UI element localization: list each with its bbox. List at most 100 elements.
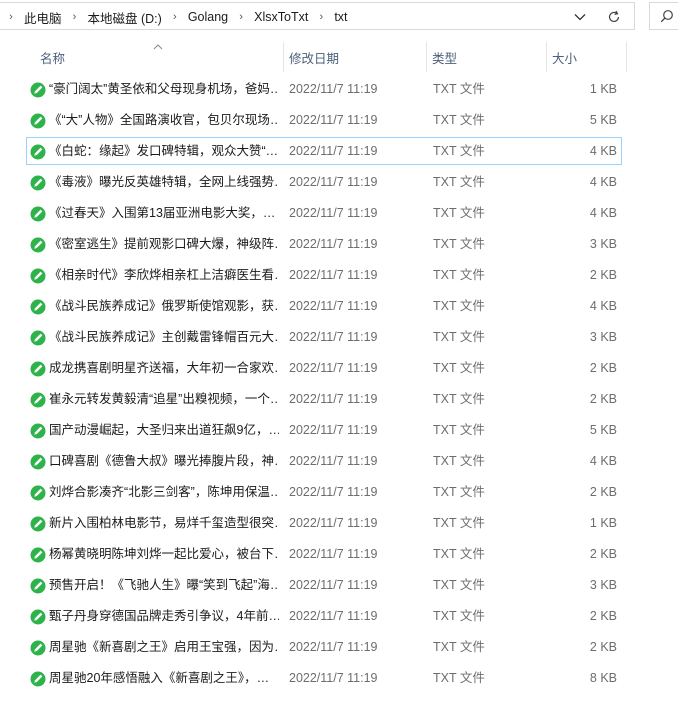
file-row[interactable]: 《相亲时代》李欣烨相亲杠上洁癖医生看… 2022/11/7 11:19 TXT 文件… (26, 261, 622, 289)
file-size: 3 KB (589, 330, 617, 344)
file-name[interactable]: 国产动漫崛起，大圣归来出道狂飙9亿，… (49, 417, 279, 443)
file-row[interactable]: 周星驰《新喜剧之王》启用王宝强，因为… 2022/11/7 11:19 TXT 文件… (26, 633, 622, 661)
file-name[interactable]: 《“大”人物》全国路演收官，包贝尔现场… (49, 107, 279, 133)
file-name[interactable]: 周星驰20年感悟融入《新喜剧之王》，… (49, 665, 279, 691)
file-type: TXT 文件 (433, 609, 485, 623)
chevron-right-icon[interactable]: › (232, 11, 250, 23)
column-divider[interactable] (626, 42, 627, 72)
search-input[interactable] (649, 2, 678, 30)
file-name[interactable]: “豪门阔太”黄圣依和父母现身机场，爸妈… (49, 76, 279, 102)
file-row[interactable]: 刘烨合影凑齐“北影三剑客”，陈坤用保温… 2022/11/7 11:19 TXT 文… (26, 478, 622, 506)
notepad-file-icon (30, 144, 46, 160)
file-size: 1 KB (589, 82, 617, 96)
chevron-right-icon[interactable]: › (2, 11, 20, 23)
file-date-modified: 2022/11/7 11:19 (289, 485, 378, 499)
file-row[interactable]: 国产动漫崛起，大圣归来出道狂飙9亿，… 2022/11/7 11:19 TXT 文件… (26, 416, 622, 444)
file-name[interactable]: 成龙携喜剧明星齐送福，大年初一合家欢… (49, 355, 279, 381)
file-date-modified: 2022/11/7 11:19 (289, 175, 378, 189)
file-name[interactable]: 《毒液》曝光反英雄特辑，全网上线强势… (49, 169, 279, 195)
notepad-file-icon (30, 423, 46, 439)
file-date-modified: 2022/11/7 11:19 (289, 609, 378, 623)
file-type: TXT 文件 (433, 82, 485, 96)
notepad-file-icon (30, 640, 46, 656)
file-name[interactable]: 《密室逃生》提前观影口碑大爆，神级阵… (49, 231, 279, 257)
file-name[interactable]: 《过春天》入围第13届亚洲电影大奖，… (49, 200, 279, 226)
file-row[interactable]: 口碑喜剧《德鲁大叔》曝光捧腹片段，神… 2022/11/7 11:19 TXT 文件… (26, 447, 622, 475)
file-size: 3 KB (589, 578, 617, 592)
chevron-right-icon[interactable]: › (312, 11, 330, 23)
file-type: TXT 文件 (433, 330, 485, 344)
file-name[interactable]: 新片入围柏林电影节，易烊千玺造型很突… (49, 510, 279, 536)
file-type: TXT 文件 (433, 175, 485, 189)
file-type: TXT 文件 (433, 485, 485, 499)
address-bar[interactable]: › 此电脑 › 本地磁盘 (D:) › Golang › XlsxToTxt ›… (0, 2, 635, 30)
file-size: 5 KB (589, 113, 617, 127)
breadcrumb-txt[interactable]: txt (330, 10, 351, 24)
file-date-modified: 2022/11/7 11:19 (289, 206, 378, 220)
column-size[interactable]: 大小 (552, 42, 622, 72)
column-name[interactable]: 名称 (40, 42, 280, 72)
file-size: 2 KB (589, 640, 617, 654)
chevron-down-icon (574, 14, 586, 21)
file-name[interactable]: 《战斗民族养成记》俄罗斯使馆观影，获… (49, 293, 279, 319)
file-date-modified: 2022/11/7 11:19 (289, 82, 378, 96)
column-divider[interactable] (283, 42, 284, 72)
file-name[interactable]: 《白蛇：缘起》发口碑特辑，观众大赞“… (49, 138, 279, 164)
notepad-file-icon (30, 516, 46, 532)
file-row[interactable]: “豪门阔太”黄圣依和父母现身机场，爸妈… 2022/11/7 11:19 TXT 文… (26, 75, 622, 103)
file-size: 3 KB (589, 237, 617, 251)
file-name[interactable]: 崔永元转发黄毅清“追星”出糗视频，一个… (49, 386, 279, 412)
file-name[interactable]: 杨幂黄晓明陈坤刘烨一起比爱心，被台下… (49, 541, 279, 567)
file-row[interactable]: 周星驰20年感悟融入《新喜剧之王》，… 2022/11/7 11:19 TXT 文件… (26, 664, 622, 692)
file-row[interactable]: 《密室逃生》提前观影口碑大爆，神级阵… 2022/11/7 11:19 TXT 文件… (26, 230, 622, 258)
file-date-modified: 2022/11/7 11:19 (289, 113, 378, 127)
file-size: 2 KB (589, 547, 617, 561)
notepad-file-icon (30, 330, 46, 346)
refresh-button[interactable] (601, 3, 627, 31)
file-row[interactable]: 预售开启！《飞驰人生》曝“笑到飞起”海… 2022/11/7 11:19 TXT 文… (26, 571, 622, 599)
breadcrumb-xlsxtotxt[interactable]: XlsxToTxt (250, 10, 312, 24)
file-type: TXT 文件 (433, 454, 485, 468)
notepad-file-icon (30, 671, 46, 687)
column-date-modified[interactable]: 修改日期 (289, 42, 424, 72)
notepad-file-icon (30, 392, 46, 408)
file-date-modified: 2022/11/7 11:19 (289, 330, 378, 344)
file-size: 2 KB (589, 392, 617, 406)
file-row[interactable]: 成龙携喜剧明星齐送福，大年初一合家欢… 2022/11/7 11:19 TXT 文件… (26, 354, 622, 382)
column-type[interactable]: 类型 (432, 42, 542, 72)
file-size: 2 KB (589, 485, 617, 499)
breadcrumb-golang[interactable]: Golang (184, 10, 232, 24)
file-row[interactable]: 《毒液》曝光反英雄特辑，全网上线强势… 2022/11/7 11:19 TXT 文件… (26, 168, 622, 196)
notepad-file-icon (30, 609, 46, 625)
chevron-right-icon[interactable]: › (66, 11, 84, 23)
file-date-modified: 2022/11/7 11:19 (289, 578, 378, 592)
file-row[interactable]: 甄子丹身穿德国品牌走秀引争议，4年前… 2022/11/7 11:19 TXT 文件… (26, 602, 622, 630)
file-name[interactable]: 《相亲时代》李欣烨相亲杠上洁癖医生看… (49, 262, 279, 288)
search-icon (660, 10, 673, 23)
file-name[interactable]: 《战斗民族养成记》主创戴雷锋帽百元大… (49, 324, 279, 350)
file-name[interactable]: 刘烨合影凑齐“北影三剑客”，陈坤用保温… (49, 479, 279, 505)
file-name[interactable]: 周星驰《新喜剧之王》启用王宝强，因为… (49, 634, 279, 660)
address-history-dropdown[interactable] (568, 3, 592, 31)
file-row[interactable]: 《“大”人物》全国路演收官，包贝尔现场… 2022/11/7 11:19 TXT 文… (26, 106, 622, 134)
file-type: TXT 文件 (433, 268, 485, 282)
file-row[interactable]: 《战斗民族养成记》主创戴雷锋帽百元大… 2022/11/7 11:19 TXT 文件… (26, 323, 622, 351)
file-size: 2 KB (589, 268, 617, 282)
file-size: 4 KB (589, 206, 617, 220)
chevron-right-icon[interactable]: › (166, 11, 184, 23)
breadcrumb-local-disk[interactable]: 本地磁盘 (D:) (84, 8, 166, 27)
file-name[interactable]: 甄子丹身穿德国品牌走秀引争议，4年前… (49, 603, 279, 629)
breadcrumb-this-pc[interactable]: 此电脑 (20, 8, 66, 27)
file-size: 1 KB (589, 516, 617, 530)
file-name[interactable]: 口碑喜剧《德鲁大叔》曝光捧腹片段，神… (49, 448, 279, 474)
file-row[interactable]: 杨幂黄晓明陈坤刘烨一起比爱心，被台下… 2022/11/7 11:19 TXT 文件… (26, 540, 622, 568)
file-row[interactable]: 新片入围柏林电影节，易烊千玺造型很突… 2022/11/7 11:19 TXT 文件… (26, 509, 622, 537)
notepad-file-icon (30, 82, 46, 98)
file-row[interactable]: 《战斗民族养成记》俄罗斯使馆观影，获… 2022/11/7 11:19 TXT 文件… (26, 292, 622, 320)
column-divider[interactable] (426, 42, 427, 72)
file-row[interactable]: 崔永元转发黄毅清“追星”出糗视频，一个… 2022/11/7 11:19 TXT 文… (26, 385, 622, 413)
file-row[interactable]: 《过春天》入围第13届亚洲电影大奖，… 2022/11/7 11:19 TXT 文件… (26, 199, 622, 227)
file-name[interactable]: 预售开启！《飞驰人生》曝“笑到飞起”海… (49, 572, 279, 598)
column-divider[interactable] (546, 42, 547, 72)
file-row[interactable]: 《白蛇：缘起》发口碑特辑，观众大赞“… 2022/11/7 11:19 TXT 文件… (26, 137, 622, 165)
